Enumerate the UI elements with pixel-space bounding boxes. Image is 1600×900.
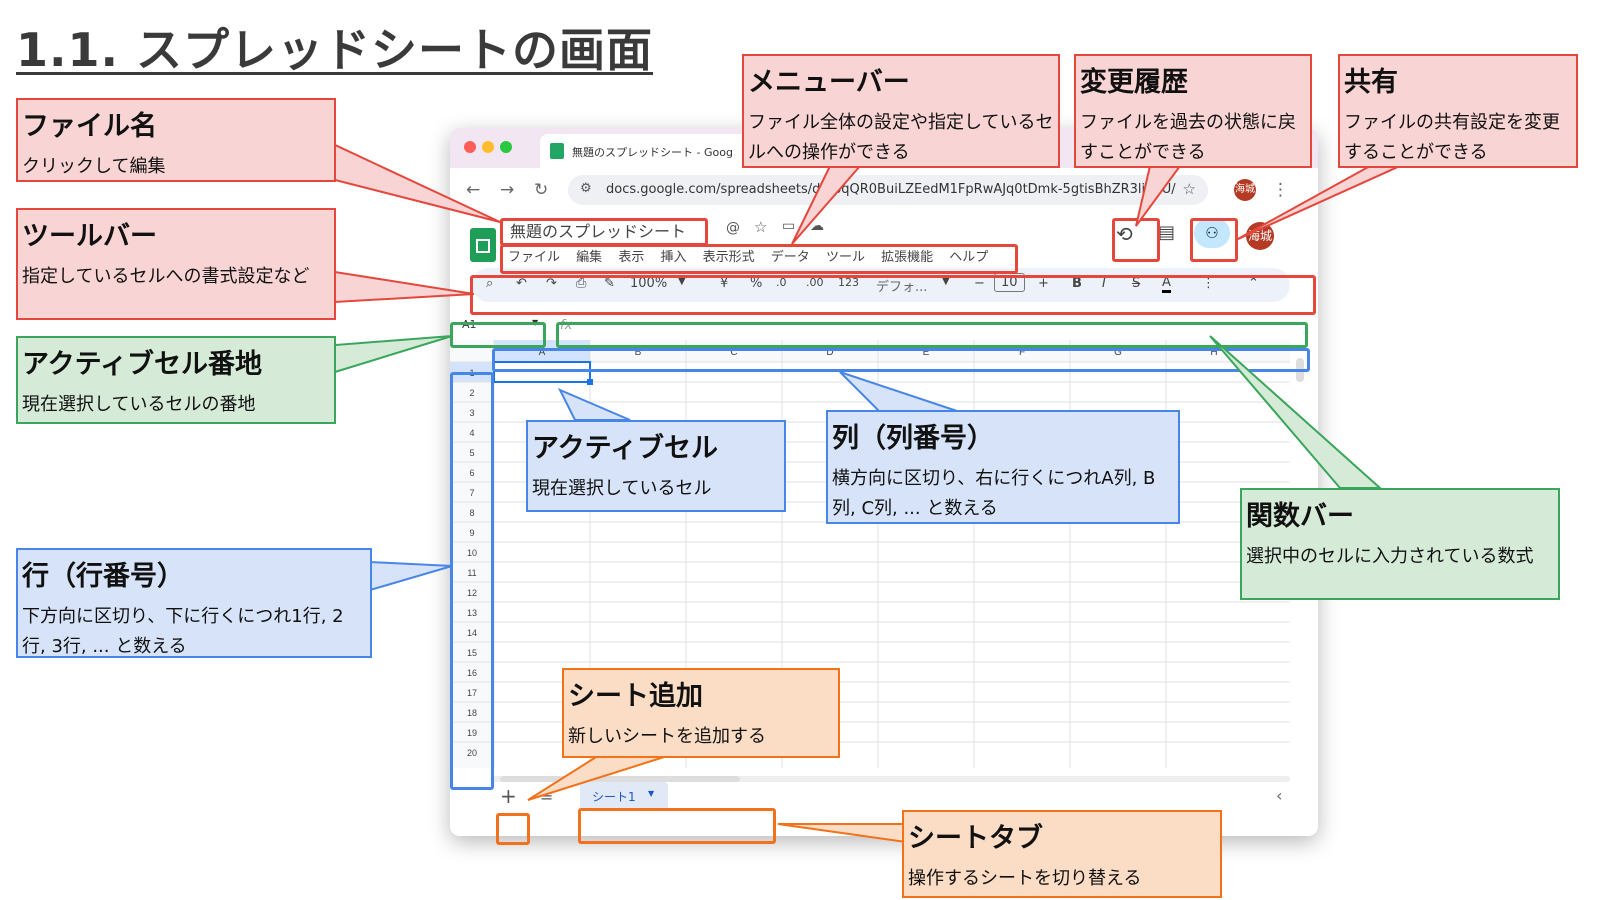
pointer-active-cell	[557, 388, 631, 421]
callout-column-title: 列（列番号）	[832, 423, 994, 454]
pointer-file-name	[334, 143, 501, 223]
callout-toolbar-desc: 指定しているセルへの書式設定など	[22, 266, 310, 287]
callout-sheet-tab: シートタブ 操作するシートを切り替える	[902, 810, 1222, 898]
callout-menu-bar: メニューバー ファイル全体の設定や指定しているセルへの操作ができる	[742, 54, 1060, 168]
callout-active-cell-desc: 現在選択しているセル	[532, 478, 712, 499]
callout-file-name-title: ファイル名	[22, 111, 157, 142]
callout-active-cell: アクティブセル 現在選択しているセル	[526, 420, 786, 512]
callout-share-desc: ファイルの共有設定を変更することができる	[1344, 112, 1560, 163]
callout-sheet-tab-desc: 操作するシートを切り替える	[908, 868, 1142, 889]
pointer-row	[369, 560, 453, 592]
callout-active-cell-address-title: アクティブセル番地	[22, 349, 263, 380]
callout-share-title: 共有	[1344, 67, 1398, 98]
callout-active-cell-address-desc: 現在選択しているセルの番地	[22, 394, 256, 415]
callout-menu-bar-desc: ファイル全体の設定や指定しているセルへの操作ができる	[748, 112, 1054, 163]
callout-function-bar-desc: 選択中のセルに入力されている数式	[1246, 546, 1534, 567]
pointer-history	[1135, 165, 1182, 227]
callout-function-bar-title: 関数バー	[1246, 501, 1354, 532]
pointer-sheet-tab	[777, 823, 907, 844]
callout-toolbar: ツールバー 指定しているセルへの書式設定など	[16, 208, 336, 320]
callout-history-title: 変更履歴	[1080, 67, 1188, 98]
callout-file-name-desc: クリックして編集	[22, 156, 166, 177]
callout-active-cell-address: アクティブセル番地 現在選択しているセルの番地	[16, 336, 336, 424]
callout-column-desc: 横方向に区切り、右に行くにつれA列, B列, C列, ... と数える	[832, 468, 1156, 519]
callout-row: 行（行番号） 下方向に区切り、下に行くにつれ1行, 2行, 3行, ... と数…	[16, 548, 372, 658]
callout-row-desc: 下方向に区切り、下に行くにつれ1行, 2行, 3行, ... と数える	[22, 606, 344, 657]
pointer-share	[1235, 165, 1401, 241]
pointer-column	[839, 371, 961, 413]
callout-history-desc: ファイルを過去の状態に戻すことができる	[1080, 112, 1296, 163]
callout-sheet-tab-title: シートタブ	[908, 823, 1043, 854]
callout-history: 変更履歴 ファイルを過去の状態に戻すことができる	[1074, 54, 1312, 168]
pointer-add-sheet	[527, 751, 681, 801]
callout-add-sheet-title: シート追加	[568, 681, 703, 712]
pointer-name-box	[334, 335, 453, 374]
pointer-function-bar	[1209, 335, 1383, 489]
callout-menu-bar-title: メニューバー	[748, 67, 910, 98]
callout-function-bar: 関数バー 選択中のセルに入力されている数式	[1240, 488, 1560, 600]
pointer-menu-bar	[791, 165, 863, 245]
callout-toolbar-title: ツールバー	[22, 221, 157, 252]
callout-file-name: ファイル名 クリックして編集	[16, 98, 336, 182]
pointer-toolbar	[334, 270, 475, 304]
callout-column: 列（列番号） 横方向に区切り、右に行くにつれA列, B列, C列, ... と数…	[826, 410, 1180, 524]
callout-add-sheet: シート追加 新しいシートを追加する	[562, 668, 840, 758]
callout-row-title: 行（行番号）	[22, 561, 184, 592]
callout-share: 共有 ファイルの共有設定を変更することができる	[1338, 54, 1578, 168]
callout-active-cell-title: アクティブセル	[532, 433, 719, 464]
callout-add-sheet-desc: 新しいシートを追加する	[568, 726, 766, 747]
